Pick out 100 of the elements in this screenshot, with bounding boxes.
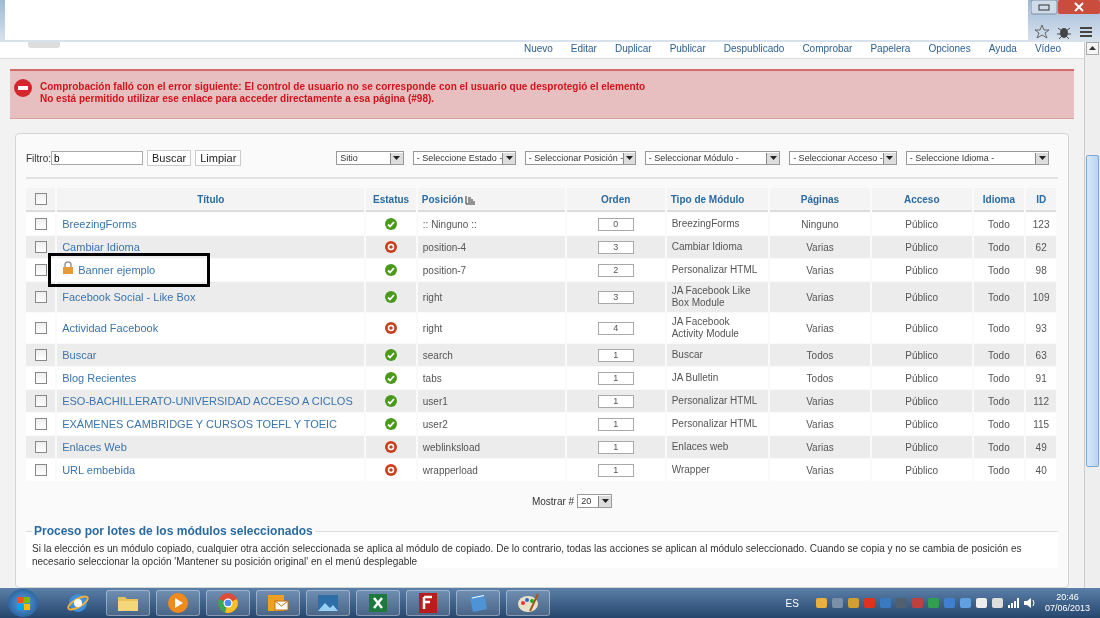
restore-icon[interactable] [1031, 0, 1058, 15]
tray-icon[interactable] [846, 596, 860, 610]
taskbar-button[interactable] [206, 590, 250, 616]
module-title-link[interactable]: Blog Recientes [62, 372, 137, 384]
module-title-link[interactable]: Cambiar Idioma [62, 241, 140, 253]
row-checkbox[interactable] [34, 395, 47, 408]
module-title-link[interactable]: Facebook Social - Like Box [62, 291, 196, 303]
row-checkbox[interactable] [34, 291, 47, 304]
order-field[interactable]: 4 [597, 321, 634, 335]
close-icon[interactable] [1058, 0, 1100, 15]
filter-button[interactable]: Limpiar [195, 150, 242, 166]
order-field[interactable]: 1 [597, 463, 634, 477]
select-dropdown[interactable]: - Seleccionar Posición - [524, 151, 636, 165]
tray-icon[interactable] [990, 596, 1004, 610]
stop-circle-icon[interactable] [385, 241, 398, 254]
row-checkbox[interactable] [34, 418, 47, 431]
tray-icon[interactable] [814, 596, 828, 610]
filter-field[interactable]: b [51, 151, 143, 165]
module-title-link[interactable]: URL embebida [62, 464, 136, 476]
check-circle-icon[interactable] [385, 264, 398, 277]
module-title-link[interactable]: BreezingForms [62, 218, 137, 230]
check-circle-icon[interactable] [385, 395, 398, 408]
position-cell: :: Ninguno :: [422, 218, 477, 230]
taskbar-button[interactable] [406, 590, 450, 616]
row-checkbox[interactable] [34, 464, 47, 477]
check-circle-icon[interactable] [385, 291, 398, 304]
row-checkbox[interactable] [34, 372, 47, 385]
star-icon[interactable] [1034, 24, 1050, 40]
toolbar-link[interactable]: Duplicar [605, 43, 661, 55]
select-dropdown[interactable]: - Seleccione Estado - [412, 151, 516, 165]
order-field[interactable]: 1 [597, 348, 634, 362]
module-title-link[interactable]: Actividad Facebook [62, 322, 159, 334]
order-field[interactable]: 2 [597, 263, 634, 277]
id-cell: 93 [1035, 322, 1047, 334]
taskbar-button[interactable] [256, 590, 300, 616]
order-field[interactable]: 0 [597, 217, 634, 231]
select-dropdown[interactable]: - Seleccionar Módulo - [644, 151, 781, 165]
toolbar-link[interactable]: Papelera [861, 43, 920, 55]
row-checkbox[interactable] [34, 218, 47, 231]
stop-circle-icon[interactable] [385, 441, 398, 454]
order-field[interactable]: 3 [597, 240, 634, 254]
stop-circle-icon[interactable] [385, 322, 398, 335]
scroll-up-icon[interactable] [1086, 42, 1099, 55]
toolbar-link[interactable]: Despublicado [714, 43, 794, 55]
toolbar-link[interactable]: Vídeo [1025, 43, 1070, 55]
check-circle-icon[interactable] [385, 218, 398, 231]
module-title-link[interactable]: Buscar [62, 349, 97, 361]
row-checkbox[interactable] [34, 441, 47, 454]
access-cell: Público [905, 218, 939, 230]
check-circle-icon[interactable] [385, 372, 398, 385]
toolbar-link[interactable]: Ayuda [979, 43, 1026, 55]
pages-cell: Todos [806, 349, 834, 361]
column-header[interactable]: Posición [421, 193, 476, 205]
select-dropdown[interactable]: - Seleccionar Acceso - [789, 151, 897, 165]
id-cell: 91 [1035, 372, 1047, 384]
row-checkbox[interactable] [34, 349, 47, 362]
menu-icon[interactable] [1078, 24, 1094, 40]
select-all-checkbox[interactable] [34, 193, 47, 206]
order-field[interactable]: 1 [597, 417, 634, 431]
clock-time[interactable]: 20:46 [1056, 592, 1079, 603]
select-dropdown[interactable]: - Seleccione Idioma - [905, 151, 1049, 165]
caret-icon [601, 499, 609, 503]
toolbar-link[interactable]: Nuevo [514, 43, 562, 55]
toolbar-link[interactable]: Comprobar [793, 43, 862, 55]
select-dropdown[interactable]: Sitio [336, 151, 404, 165]
tray-icon[interactable] [958, 596, 972, 610]
row-checkbox[interactable] [34, 241, 47, 254]
order-field[interactable]: 1 [597, 440, 634, 454]
order-field[interactable]: 3 [597, 290, 634, 304]
order-field[interactable]: 1 [597, 394, 634, 408]
row-checkbox[interactable] [34, 264, 47, 277]
select-dropdown[interactable]: 20 [577, 494, 613, 508]
module-title-link[interactable]: Banner ejemplo [78, 263, 156, 276]
check-circle-icon[interactable] [385, 418, 398, 431]
language-indicator[interactable]: ES [785, 597, 799, 609]
toolbar-link[interactable]: Editar [561, 43, 606, 55]
taskbar-button[interactable] [506, 590, 550, 616]
module-title-link[interactable]: Enlaces Web [62, 441, 127, 453]
taskbar-button[interactable] [356, 590, 400, 616]
toolbar-link[interactable]: Opciones [919, 43, 980, 55]
row-checkbox[interactable] [34, 322, 47, 335]
filter-button[interactable]: Buscar [147, 150, 192, 166]
tray-icon[interactable] [974, 596, 988, 610]
signal-icon[interactable] [1006, 596, 1020, 610]
stop-circle-icon[interactable] [385, 464, 398, 477]
taskbar-button[interactable] [156, 590, 200, 616]
start-button[interactable] [8, 589, 38, 617]
order-field[interactable]: 1 [597, 371, 634, 385]
column-header[interactable]: Páginas [800, 193, 840, 205]
check-circle-icon[interactable] [385, 349, 398, 362]
column-header[interactable]: ID [1036, 193, 1047, 205]
toolbar-link[interactable]: Publicar [660, 43, 715, 55]
column-header[interactable]: Título [197, 193, 225, 205]
scrollbar-thumb[interactable] [1086, 155, 1099, 467]
column-header[interactable]: Acceso [903, 193, 940, 205]
column-header[interactable]: Orden [600, 193, 631, 205]
taskbar-button[interactable] [106, 590, 150, 616]
speaker-icon[interactable] [1022, 596, 1036, 610]
id-cell: 63 [1035, 349, 1047, 361]
clock-date[interactable]: 07/06/2013 [1044, 603, 1090, 614]
